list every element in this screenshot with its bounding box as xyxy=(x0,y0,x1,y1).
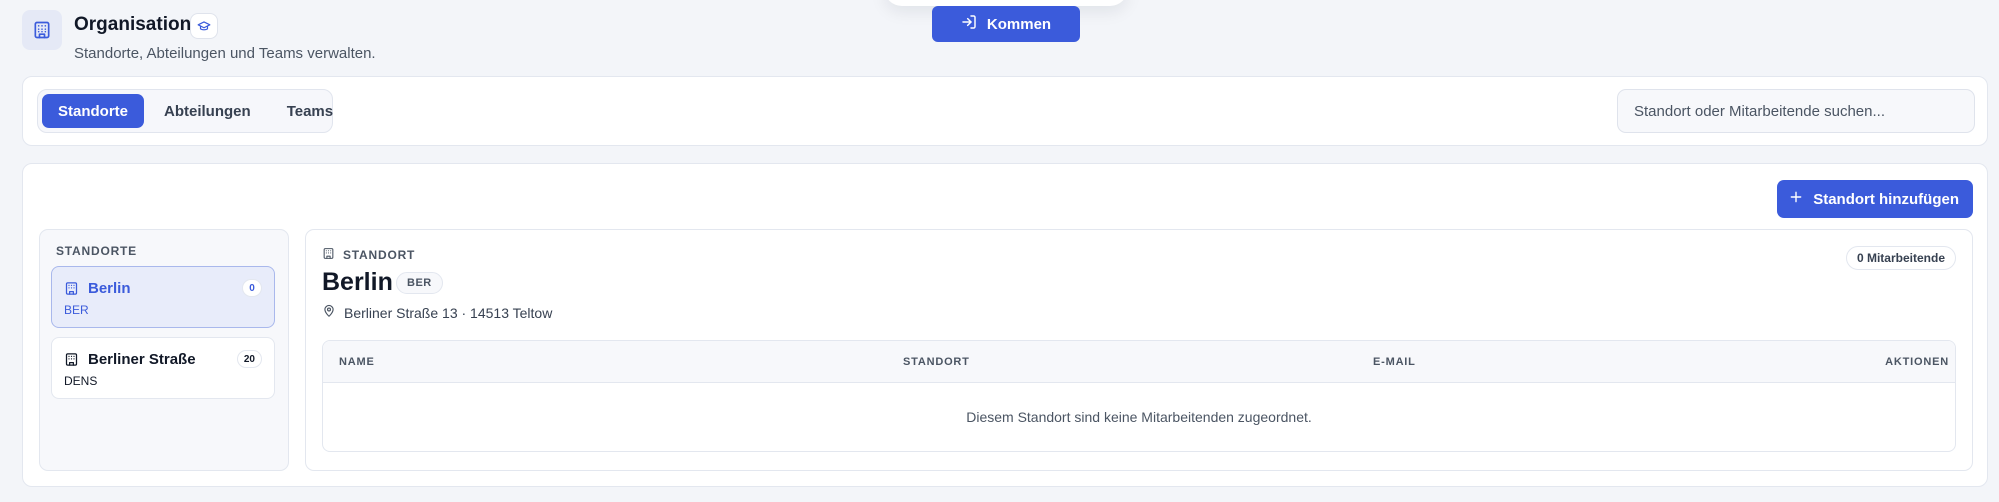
add-location-label: Standort hinzufügen xyxy=(1813,190,1959,208)
page-subtitle: Standorte, Abteilungen und Teams verwalt… xyxy=(74,45,376,62)
location-item-berliner-strasse[interactable]: Berliner Straße 20 DENS xyxy=(51,337,275,399)
clock-in-label: Kommen xyxy=(986,15,1052,33)
building-icon xyxy=(64,352,79,372)
tab-standorte[interactable]: Standorte xyxy=(42,94,145,128)
detail-address: Berliner Straße 13 · 14513 Teltow xyxy=(322,304,552,321)
graduation-cap-icon[interactable] xyxy=(190,13,218,39)
tab-abteilungen[interactable]: Abteilungen xyxy=(148,94,267,128)
main-card: Standort hinzufügen STANDORTE Berlin 0 B… xyxy=(22,163,1988,487)
location-item-count: 20 xyxy=(236,350,262,368)
column-header-standort: STANDORT xyxy=(903,356,970,368)
column-header-name: NAME xyxy=(339,356,375,368)
detail-kicker: STANDORT xyxy=(322,247,415,263)
tab-bar: Standorte Abteilungen Teams xyxy=(37,89,333,133)
location-list: STANDORTE Berlin 0 BER Berliner Straße 2… xyxy=(39,229,289,471)
location-list-heading: STANDORTE xyxy=(56,244,137,258)
location-item-code: BER xyxy=(64,303,89,317)
location-item-name: Berliner Straße xyxy=(88,351,196,368)
column-header-aktionen: AKTIONEN xyxy=(1885,356,1949,368)
location-detail: STANDORT Berlin BER Berliner Straße 13 ·… xyxy=(305,229,1973,471)
location-item-count: 0 xyxy=(242,279,262,297)
toolbar-card: Standorte Abteilungen Teams xyxy=(22,76,1988,146)
building-icon xyxy=(322,247,335,263)
detail-location-name: Berlin xyxy=(322,268,393,296)
detail-location-code: BER xyxy=(396,272,443,294)
login-icon xyxy=(961,14,977,34)
detail-kicker-label: STANDORT xyxy=(343,248,416,262)
map-pin-icon xyxy=(322,304,336,321)
location-item-name: Berlin xyxy=(88,280,131,297)
clock-in-button[interactable]: Kommen xyxy=(932,6,1080,42)
column-header-email: E-MAIL xyxy=(1373,356,1416,368)
page-title: Organisation xyxy=(74,14,192,35)
table-header: NAME STANDORT E-MAIL AKTIONEN xyxy=(323,341,1955,383)
add-location-button[interactable]: Standort hinzufügen xyxy=(1777,180,1973,218)
plus-icon xyxy=(1789,190,1803,208)
building-icon xyxy=(64,281,79,301)
table-empty-message: Diesem Standort sind keine Mitarbeitende… xyxy=(966,409,1312,425)
location-item-code: DENS xyxy=(64,374,98,388)
employee-count-badge: 0 Mitarbeitende xyxy=(1845,246,1956,270)
location-item-berlin[interactable]: Berlin 0 BER xyxy=(51,266,275,328)
search-input[interactable] xyxy=(1617,89,1975,133)
employee-table: NAME STANDORT E-MAIL AKTIONEN Diesem Sta… xyxy=(322,340,1956,452)
tab-teams[interactable]: Teams xyxy=(271,94,349,128)
detail-address-text: Berliner Straße 13 · 14513 Teltow xyxy=(344,304,553,321)
building-icon xyxy=(22,10,62,50)
